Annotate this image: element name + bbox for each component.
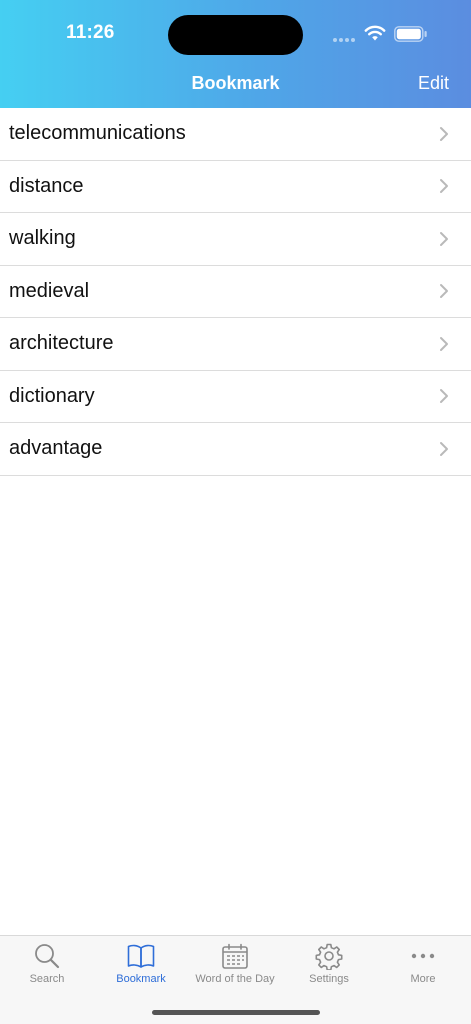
list-item[interactable]: telecommunications [0,108,471,161]
book-icon [127,944,155,968]
battery-icon [394,26,427,42]
tab-bookmark[interactable]: Bookmark [94,942,188,992]
dynamic-island [168,15,303,55]
search-icon [35,944,60,969]
tab-label: Search [29,973,65,985]
bookmark-word: dictionary [9,384,95,407]
bookmark-word: telecommunications [9,122,186,145]
home-indicator [152,1010,320,1015]
tab-word-of-the-day[interactable]: Word of the Day [188,942,282,992]
list-item[interactable]: medieval [0,266,471,318]
tab-label: Settings [309,973,349,985]
tab-settings[interactable]: Settings [282,942,376,992]
bookmark-word: walking [9,227,76,250]
bookmark-word: architecture [9,332,114,355]
list-item[interactable]: walking [0,213,471,266]
list-item[interactable]: advantage [0,423,471,476]
more-dots-icon [411,953,435,959]
chevron-right-icon [440,179,448,194]
gear-icon [315,943,343,970]
status-time: 11:26 [66,22,115,43]
bookmark-list: telecommunications distance walking medi… [0,108,471,476]
chevron-right-icon [440,284,448,299]
page-title: Bookmark [191,73,280,93]
tab-label: Word of the Day [195,973,275,985]
wifi-icon [364,25,386,41]
cellular-signal-icon [333,38,355,42]
bookmark-word: distance [9,174,84,197]
chevron-right-icon [440,231,448,246]
chevron-right-icon [440,336,448,351]
chevron-right-icon [440,126,448,141]
tab-label: More [410,973,436,985]
list-item[interactable]: distance [0,161,471,213]
list-item[interactable]: dictionary [0,371,471,423]
chevron-right-icon [440,389,448,404]
bookmark-word: medieval [9,279,90,302]
edit-button[interactable]: Edit [418,73,449,94]
chevron-right-icon [440,441,448,456]
list-item[interactable]: architecture [0,318,471,371]
calendar-icon [222,943,248,969]
bookmark-word: advantage [9,437,103,460]
tab-more[interactable]: More [376,942,470,992]
tab-search[interactable]: Search [0,942,94,992]
tab-label: Bookmark [116,973,166,985]
navigation-header: 11:26 Bookmark Edit [0,0,471,108]
